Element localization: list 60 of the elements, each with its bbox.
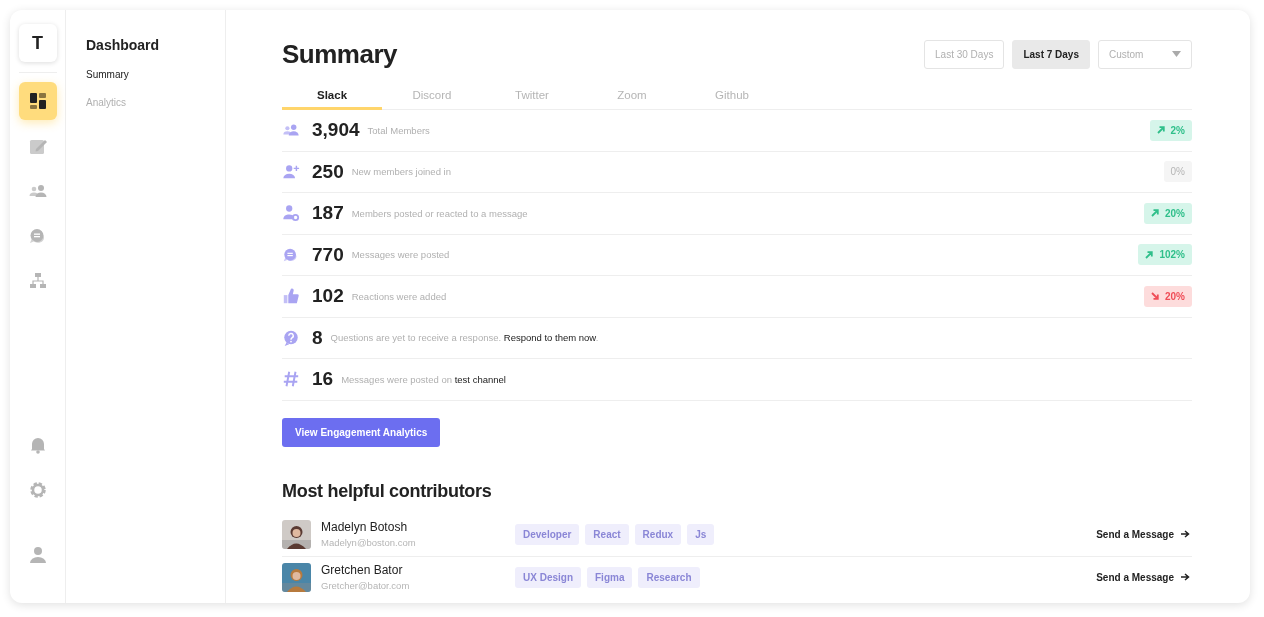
page-title: Summary	[282, 38, 397, 70]
range-dropdown[interactable]: Custom	[1098, 39, 1192, 69]
range-button[interactable]: Last 7 Days	[1012, 39, 1090, 69]
arrow-icon	[1181, 573, 1190, 581]
change-badge: 20%	[1144, 285, 1192, 307]
tag: Research	[638, 566, 700, 588]
dashboard-icon[interactable]	[18, 82, 57, 120]
stat-label: Reactions were added	[351, 290, 448, 302]
arrow-icon	[1151, 292, 1159, 301]
stat-label: Messages were posted	[351, 249, 451, 261]
tag: Redux	[634, 523, 682, 545]
question-icon	[282, 328, 300, 347]
tab[interactable]: Zoom	[582, 86, 682, 110]
tag: UX Design	[515, 566, 581, 588]
tab[interactable]: Slack	[282, 86, 382, 110]
stat-value: 770	[312, 243, 344, 266]
change-badge: 0%	[1163, 161, 1192, 183]
add-person-icon	[282, 162, 300, 181]
logo[interactable]: T	[18, 24, 57, 62]
tab[interactable]: Twitter	[482, 86, 582, 110]
send-message-link[interactable]: Send a Message	[1096, 528, 1192, 540]
tag: Figma	[587, 566, 633, 588]
stat-label: Questions are yet to receive a response. Respond to them now.	[330, 332, 600, 344]
stat-value: 8	[312, 326, 323, 349]
stat-label: Messages were posted on test channel	[341, 373, 507, 385]
tab[interactable]: Discord	[382, 86, 482, 110]
sidebar-item[interactable]: Summary	[86, 69, 205, 80]
section-title: Most helpful contributors	[282, 480, 493, 502]
stat-value: 102	[312, 285, 344, 308]
caret-icon	[1172, 51, 1181, 57]
stat-label: Total Members	[367, 124, 431, 136]
contributor-email: Madelyn@boston.com	[321, 537, 417, 548]
stat-label: Members posted or reacted to a message	[351, 207, 529, 219]
change-badge: 102%	[1138, 244, 1192, 266]
range-button[interactable]: Last 30 Days	[924, 39, 1005, 69]
contributor-email: Gretcher@bator.com	[321, 580, 411, 591]
sidebar-item[interactable]: Analytics	[86, 97, 205, 108]
arrow-icon	[1151, 209, 1159, 218]
tag: Js	[687, 523, 715, 545]
stat-value: 187	[312, 202, 344, 225]
tab[interactable]: Github	[682, 86, 782, 110]
change-badge: 20%	[1144, 202, 1192, 224]
stat-value: 16	[312, 368, 334, 391]
person-icon	[282, 204, 300, 223]
change-badge: 2%	[1149, 119, 1192, 141]
engagement-button[interactable]: View Engagement Analytics	[282, 417, 441, 447]
contributor-name: Gretchen Bator	[321, 563, 404, 577]
hash-icon	[282, 370, 300, 389]
send-message-link[interactable]: Send a Message	[1096, 571, 1192, 583]
arrow-icon	[1156, 126, 1165, 135]
arrow-icon	[1145, 250, 1154, 259]
tag: Developer	[515, 523, 580, 545]
stat-value: 250	[312, 160, 344, 183]
contributor-name: Madelyn Botosh	[321, 520, 409, 534]
sidebar-title: Dashboard	[86, 37, 161, 53]
arrow-icon	[1181, 530, 1190, 538]
stat-label: New members joined in	[351, 166, 452, 178]
tag: React	[585, 523, 629, 545]
thumbs-up-icon	[282, 287, 300, 306]
stat-value: 3,904	[312, 119, 360, 142]
